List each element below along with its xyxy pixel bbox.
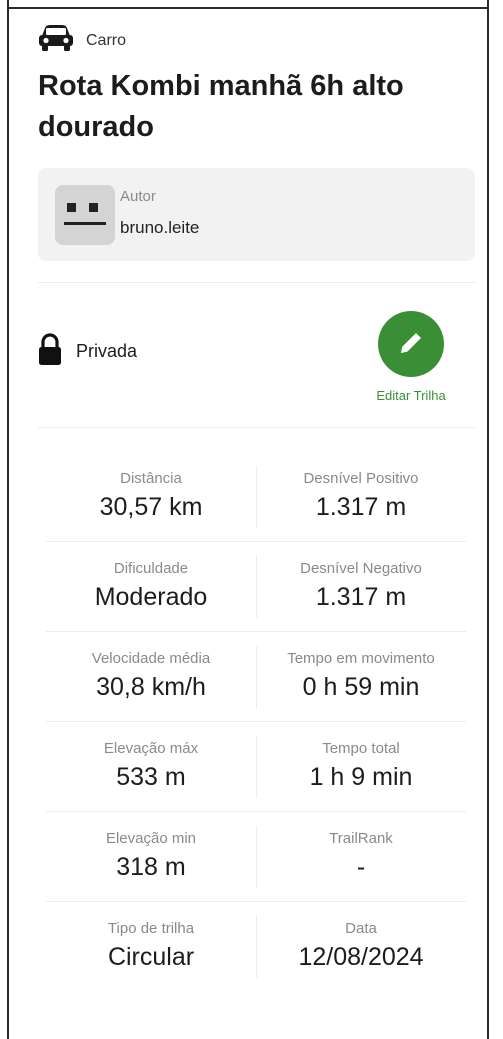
stat-label: Velocidade média <box>91 650 211 667</box>
stat-difficulty: Dificuldade Moderado <box>46 542 256 612</box>
stat-value: Circular <box>107 943 195 971</box>
author-label: Autor <box>120 188 156 205</box>
stat-elevation-gain: Desnível Positivo 1.317 m <box>256 452 466 522</box>
privacy-label: Privada <box>76 341 138 361</box>
stat-value: 1 h 9 min <box>309 763 413 791</box>
stats-row: Elevação min 318 m TrailRank - <box>46 812 466 902</box>
edit-trail-button[interactable] <box>378 311 444 377</box>
author-name[interactable]: bruno.leite <box>120 218 199 238</box>
edit-trail-label[interactable]: Editar Trilha <box>358 388 464 403</box>
stat-date: Data 12/08/2024 <box>256 902 466 972</box>
stat-value: 0 h 59 min <box>302 673 420 701</box>
stats-row: Elevação máx 533 m Tempo total 1 h 9 min <box>46 722 466 812</box>
frame-border-right <box>487 0 489 1039</box>
stat-value: 1.317 m <box>315 583 407 611</box>
stat-max-elevation: Elevação máx 533 m <box>46 722 256 792</box>
stat-value: 533 m <box>116 763 186 791</box>
activity-label: Carro <box>86 31 127 49</box>
stat-label: Dificuldade <box>113 560 189 577</box>
divider <box>38 282 475 283</box>
frame-border-left <box>7 0 9 1039</box>
stat-min-elevation: Elevação min 318 m <box>46 812 256 882</box>
stat-trailrank: TrailRank - <box>256 812 466 882</box>
stat-label: Elevação máx <box>103 740 199 757</box>
frame-border-top <box>7 7 489 9</box>
stat-value: 12/08/2024 <box>298 943 424 971</box>
stat-distance: Distância 30,57 km <box>46 452 256 522</box>
stats-row: Distância 30,57 km Desnível Positivo 1.3… <box>46 452 466 542</box>
privacy-status: Privada <box>38 332 137 371</box>
stat-label: TrailRank <box>329 830 393 847</box>
stat-value: 30,57 km <box>99 493 203 521</box>
author-card[interactable]: Autor bruno.leite <box>38 168 475 261</box>
stat-label: Data <box>345 920 377 937</box>
stat-label: Tipo de trilha <box>107 920 195 937</box>
stat-label: Elevação min <box>105 830 197 847</box>
pencil-icon <box>397 329 425 360</box>
car-icon <box>38 24 74 57</box>
trail-title: Rota Kombi manhã 6h alto dourado <box>38 70 404 143</box>
stat-value: - <box>356 853 366 881</box>
stat-label: Tempo total <box>322 740 400 757</box>
stats-row: Velocidade média 30,8 km/h Tempo em movi… <box>46 632 466 722</box>
screen: Carro Rota Kombi manhã 6h alto dourado A… <box>0 0 503 1039</box>
stat-label: Desnível Negativo <box>300 560 422 577</box>
stat-elevation-loss: Desnível Negativo 1.317 m <box>256 542 466 612</box>
activity-type: Carro <box>38 24 126 57</box>
divider <box>38 427 475 428</box>
stats-row: Tipo de trilha Circular Data 12/08/2024 <box>46 902 466 992</box>
stat-total-time: Tempo total 1 h 9 min <box>256 722 466 792</box>
stat-value: Moderado <box>94 583 208 611</box>
stat-label: Desnível Positivo <box>303 470 419 487</box>
avatar-face-icon <box>55 185 115 245</box>
stats-row: Dificuldade Moderado Desnível Negativo 1… <box>46 542 466 632</box>
stat-trail-type: Tipo de trilha Circular <box>46 902 256 972</box>
stat-value: 318 m <box>116 853 186 881</box>
stat-label: Distância <box>120 470 182 487</box>
lock-icon <box>38 332 62 371</box>
stat-value: 30,8 km/h <box>96 673 206 701</box>
stat-value: 1.317 m <box>315 493 407 521</box>
stat-moving-time: Tempo em movimento 0 h 59 min <box>256 632 466 702</box>
stat-average-speed: Velocidade média 30,8 km/h <box>46 632 256 702</box>
stat-label: Tempo em movimento <box>287 650 435 667</box>
